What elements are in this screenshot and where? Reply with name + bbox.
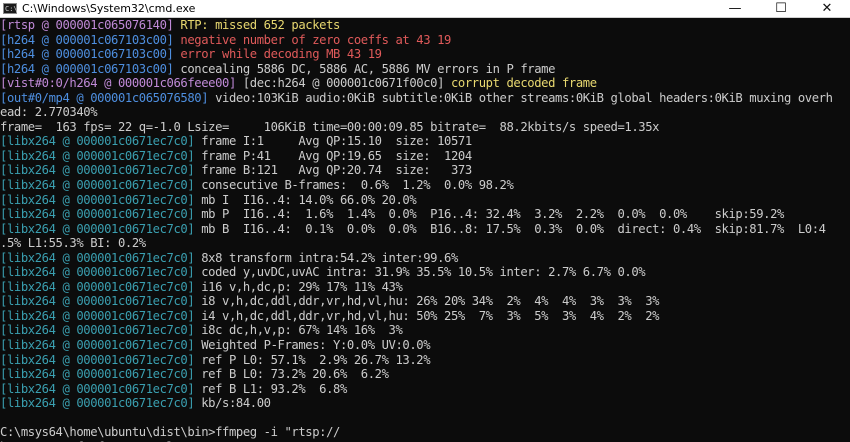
close-button[interactable]: ✕	[804, 0, 850, 17]
log-source-tag: [h264 @ 000001c067103c00]	[0, 61, 181, 76]
console-line: [h264 @ 000001c067103c00] negative numbe…	[0, 33, 850, 48]
log-source-tag: [libx264 @ 000001c0671ec7c0]	[0, 148, 202, 163]
console-line: [libx264 @ 000001c0671ec7c0] kb/s:84.00	[0, 396, 850, 411]
log-message: 8x8 transform intra:54.2% inter:99.6%	[201, 250, 458, 265]
log-message: video:103KiB audio:0KiB subtitle:0KiB ot…	[215, 90, 833, 105]
console-line: [libx264 @ 000001c0671ec7c0] Weighted P-…	[0, 338, 850, 353]
minimize-button[interactable]: —	[712, 0, 758, 17]
log-source-tag: [libx264 @ 000001c0671ec7c0]	[0, 367, 202, 382]
log-source-tag: [libx264 @ 000001c0671ec7c0]	[0, 265, 202, 280]
command-prompt-line[interactable]: C:\msys64\home\ubuntu\dist\bin>ffmpeg -i…	[0, 425, 850, 440]
log-message: error while decoding MB 43 19	[180, 47, 382, 62]
log-source-tag: [libx264 @ 000001c0671ec7c0]	[0, 396, 202, 411]
log-source-tag: [libx264 @ 000001c0671ec7c0]	[0, 294, 202, 309]
log-message: concealing 5886 DC, 5886 AC, 5886 MV err…	[180, 61, 555, 76]
window-controls: — ☐ ✕	[712, 0, 850, 17]
log-message: mb B I16..4: 0.1% 0.0% 0.0% B16..8: 17.5…	[201, 221, 826, 236]
log-source-tag: [libx264 @ 000001c0671ec7c0]	[0, 221, 202, 236]
log-message: corrupt decoded frame	[450, 76, 597, 91]
log-source-tag: [rtsp @ 000001c065076140]	[0, 18, 181, 32]
log-source-tag: [vist#0:0/h264 @ 000001c066feee00]	[0, 76, 243, 91]
log-source-tag: [libx264 @ 000001c0671ec7c0]	[0, 134, 202, 149]
log-message: i8 v,h,dc,ddl,ddr,vr,hd,vl,hu: 26% 20% 3…	[201, 294, 660, 309]
log-source-tag: [libx264 @ 000001c0671ec7c0]	[0, 308, 202, 323]
console-line: [libx264 @ 000001c0671ec7c0] mb B I16..4…	[0, 222, 850, 237]
log-message: i16 v,h,dc,p: 29% 17% 11% 43%	[201, 279, 403, 294]
log-message: RTP: missed 652 packets	[180, 18, 340, 32]
console-line: [libx264 @ 000001c0671ec7c0] ref B L1: 9…	[0, 382, 850, 397]
console-line: [libx264 @ 000001c0671ec7c0] ref B L0: 7…	[0, 367, 850, 382]
log-message: ref P L0: 57.1% 2.9% 26.7% 13.2%	[201, 352, 431, 367]
log-message: Weighted P-Frames: Y:0.0% UV:0.0%	[201, 338, 431, 353]
log-source-tag: [libx264 @ 000001c0671ec7c0]	[0, 163, 202, 178]
log-source-tag: [libx264 @ 000001c0671ec7c0]	[0, 323, 202, 338]
console-line: ead: 2.770340%	[0, 105, 850, 120]
log-message: ref B L0: 73.2% 20.6% 6.2%	[201, 367, 389, 382]
console-line: [libx264 @ 000001c0671ec7c0] 8x8 transfo…	[0, 251, 850, 266]
log-message: frame= 163 fps= 22 q=-1.0 Lsize= 106KiB …	[0, 119, 660, 134]
log-message: coded y,uvDC,uvAC intra: 31.9% 35.5% 10.…	[201, 265, 646, 280]
console-line: [libx264 @ 000001c0671ec7c0] frame I:1 A…	[0, 134, 850, 149]
log-message: i8c dc,h,v,p: 67% 14% 16% 3%	[201, 323, 403, 338]
command-text: C:\msys64\home\ubuntu\dist\bin>ffmpeg -i…	[0, 425, 340, 440]
console-line: .5% L1:55.3% BI: 0.2%	[0, 236, 850, 251]
log-source-tag: [h264 @ 000001c067103c00]	[0, 32, 181, 47]
log-source-tag: [h264 @ 000001c067103c00]	[0, 47, 181, 62]
console-line: [libx264 @ 000001c0671ec7c0] mb P I16..4…	[0, 207, 850, 222]
log-source-tag: [libx264 @ 000001c0671ec7c0]	[0, 352, 202, 367]
log-message: frame P:41 Avg QP:19.65 size: 1204	[201, 148, 472, 163]
console-line: [libx264 @ 000001c0671ec7c0] ref P L0: 5…	[0, 353, 850, 368]
console-line: [libx264 @ 000001c0671ec7c0] i16 v,h,dc,…	[0, 280, 850, 295]
cmd-icon: C:\	[3, 3, 18, 14]
console-line: [h264 @ 000001c067103c00] error while de…	[0, 47, 850, 62]
log-message: consecutive B-frames: 0.6% 1.2% 0.0% 98.…	[201, 178, 514, 193]
console-line: [out#0/mp4 @ 000001c065076580] video:103…	[0, 91, 850, 106]
console-output[interactable]: [rtsp @ 000001c065076140] RTP: missed 65…	[0, 18, 850, 442]
console-line: [vist#0:0/h264 @ 000001c066feee00] [dec:…	[0, 76, 850, 91]
console-line: [libx264 @ 000001c0671ec7c0] i8 v,h,dc,d…	[0, 294, 850, 309]
log-message: mb I I16..4: 14.0% 66.0% 20.0%	[201, 192, 417, 207]
log-message: kb/s:84.00	[201, 396, 271, 411]
log-message: frame I:1 Avg QP:15.10 size: 10571	[201, 134, 472, 149]
log-source-tag: [libx264 @ 000001c0671ec7c0]	[0, 250, 202, 265]
console-line: [libx264 @ 000001c0671ec7c0] coded y,uvD…	[0, 265, 850, 280]
console-line: [libx264 @ 000001c0671ec7c0] i4 v,h,dc,d…	[0, 309, 850, 324]
cmd-window: C:\ C:\Windows\System32\cmd.exe — ☐ ✕ [r…	[0, 0, 850, 442]
console-line: [libx264 @ 000001c0671ec7c0] mb I I16..4…	[0, 193, 850, 208]
log-message: frame B:121 Avg QP:20.74 size: 373	[201, 163, 472, 178]
console-line: [libx264 @ 000001c0671ec7c0] i8c dc,h,v,…	[0, 323, 850, 338]
log-message: negative number of zero coeffs at 43 19	[180, 32, 451, 47]
console-line: frame= 163 fps= 22 q=-1.0 Lsize= 106KiB …	[0, 120, 850, 135]
log-source-tag: [libx264 @ 000001c0671ec7c0]	[0, 381, 202, 396]
log-source-tag: [libx264 @ 000001c0671ec7c0]	[0, 207, 202, 222]
title-bar[interactable]: C:\ C:\Windows\System32\cmd.exe — ☐ ✕	[0, 0, 850, 18]
log-source-tag: [libx264 @ 000001c0671ec7c0]	[0, 338, 202, 353]
log-message: ref B L1: 93.2% 6.8%	[201, 381, 347, 396]
console-line: [h264 @ 000001c067103c00] concealing 588…	[0, 62, 850, 77]
console-line: [libx264 @ 000001c0671ec7c0] frame P:41 …	[0, 149, 850, 164]
log-source-tag: [libx264 @ 000001c0671ec7c0]	[0, 178, 202, 193]
console-line: [rtsp @ 000001c065076140] RTP: missed 65…	[0, 18, 850, 33]
log-source-tag: [libx264 @ 000001c0671ec7c0]	[0, 279, 202, 294]
window-title: C:\Windows\System32\cmd.exe	[22, 2, 196, 15]
console-line: [libx264 @ 000001c0671ec7c0] consecutive…	[0, 178, 850, 193]
maximize-button[interactable]: ☐	[758, 0, 804, 17]
log-source-tag: [out#0/mp4 @ 000001c065076580]	[0, 90, 216, 105]
log-message: ead: 2.770340%	[0, 105, 98, 120]
log-source-tag: [libx264 @ 000001c0671ec7c0]	[0, 192, 202, 207]
log-message: mb P I16..4: 1.6% 1.4% 0.0% P16..4: 32.4…	[201, 207, 784, 222]
log-message: i4 v,h,dc,ddl,ddr,vr,hd,vl,hu: 50% 25% 7…	[201, 308, 660, 323]
log-message: .5% L1:55.3% BI: 0.2%	[0, 236, 146, 251]
console-line: [libx264 @ 000001c0671ec7c0] frame B:121…	[0, 163, 850, 178]
log-message: [dec:h264 @ 000001c0671f00c0]	[242, 76, 451, 91]
